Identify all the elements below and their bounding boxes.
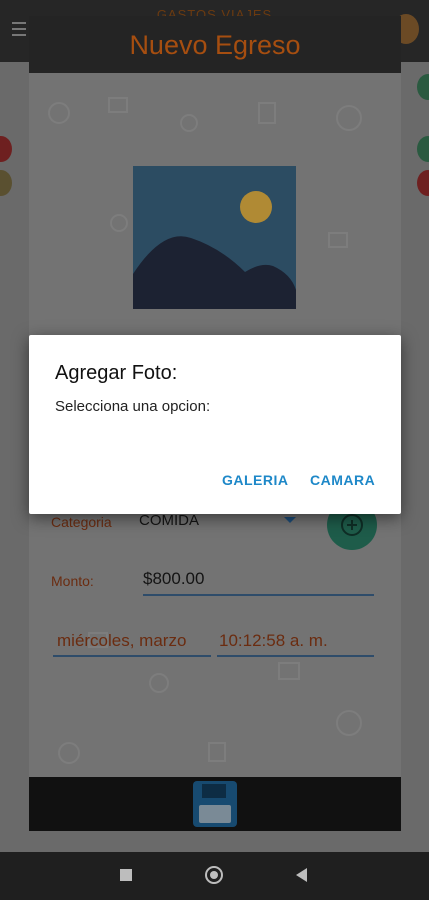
category-label: Categoria [51,514,112,530]
card-footer [29,777,401,831]
dropdown-arrow-icon[interactable] [284,517,296,523]
list-item-dot [0,136,12,162]
add-icon [341,514,363,536]
nav-back-icon[interactable] [296,868,307,882]
amount-input[interactable]: $800.00 [143,569,204,589]
list-item-dot [0,170,12,196]
time-underline [217,655,374,657]
menu-icon[interactable] [12,22,26,36]
amount-label: Monto: [51,573,94,589]
image-placeholder-icon [133,166,296,309]
amount-underline [143,594,374,596]
category-select[interactable]: COMIDA [139,512,199,529]
nav-home-icon[interactable] [205,866,223,884]
list-item-dot [417,136,429,162]
photo-preview[interactable] [133,166,296,309]
card-header: Nuevo Egreso [29,16,401,73]
time-input[interactable]: 10:12:58 a. m. [219,631,328,651]
list-item-dot [417,74,429,100]
date-input[interactable]: miércoles, marzo [57,631,186,651]
save-icon[interactable] [193,781,237,827]
system-nav-bar [0,852,429,900]
gallery-button[interactable]: GALERIA [222,472,289,488]
nav-recents-icon[interactable] [120,869,132,881]
date-underline [53,655,211,657]
camera-button[interactable]: CAMARA [310,472,375,488]
add-photo-dialog: Agregar Foto: Selecciona una opcion: GAL… [29,335,401,514]
card-title: Nuevo Egreso [129,30,301,60]
list-item-dot [417,170,429,196]
dialog-message: Selecciona una opcion: [55,398,211,415]
dialog-title: Agregar Foto: [55,362,178,384]
